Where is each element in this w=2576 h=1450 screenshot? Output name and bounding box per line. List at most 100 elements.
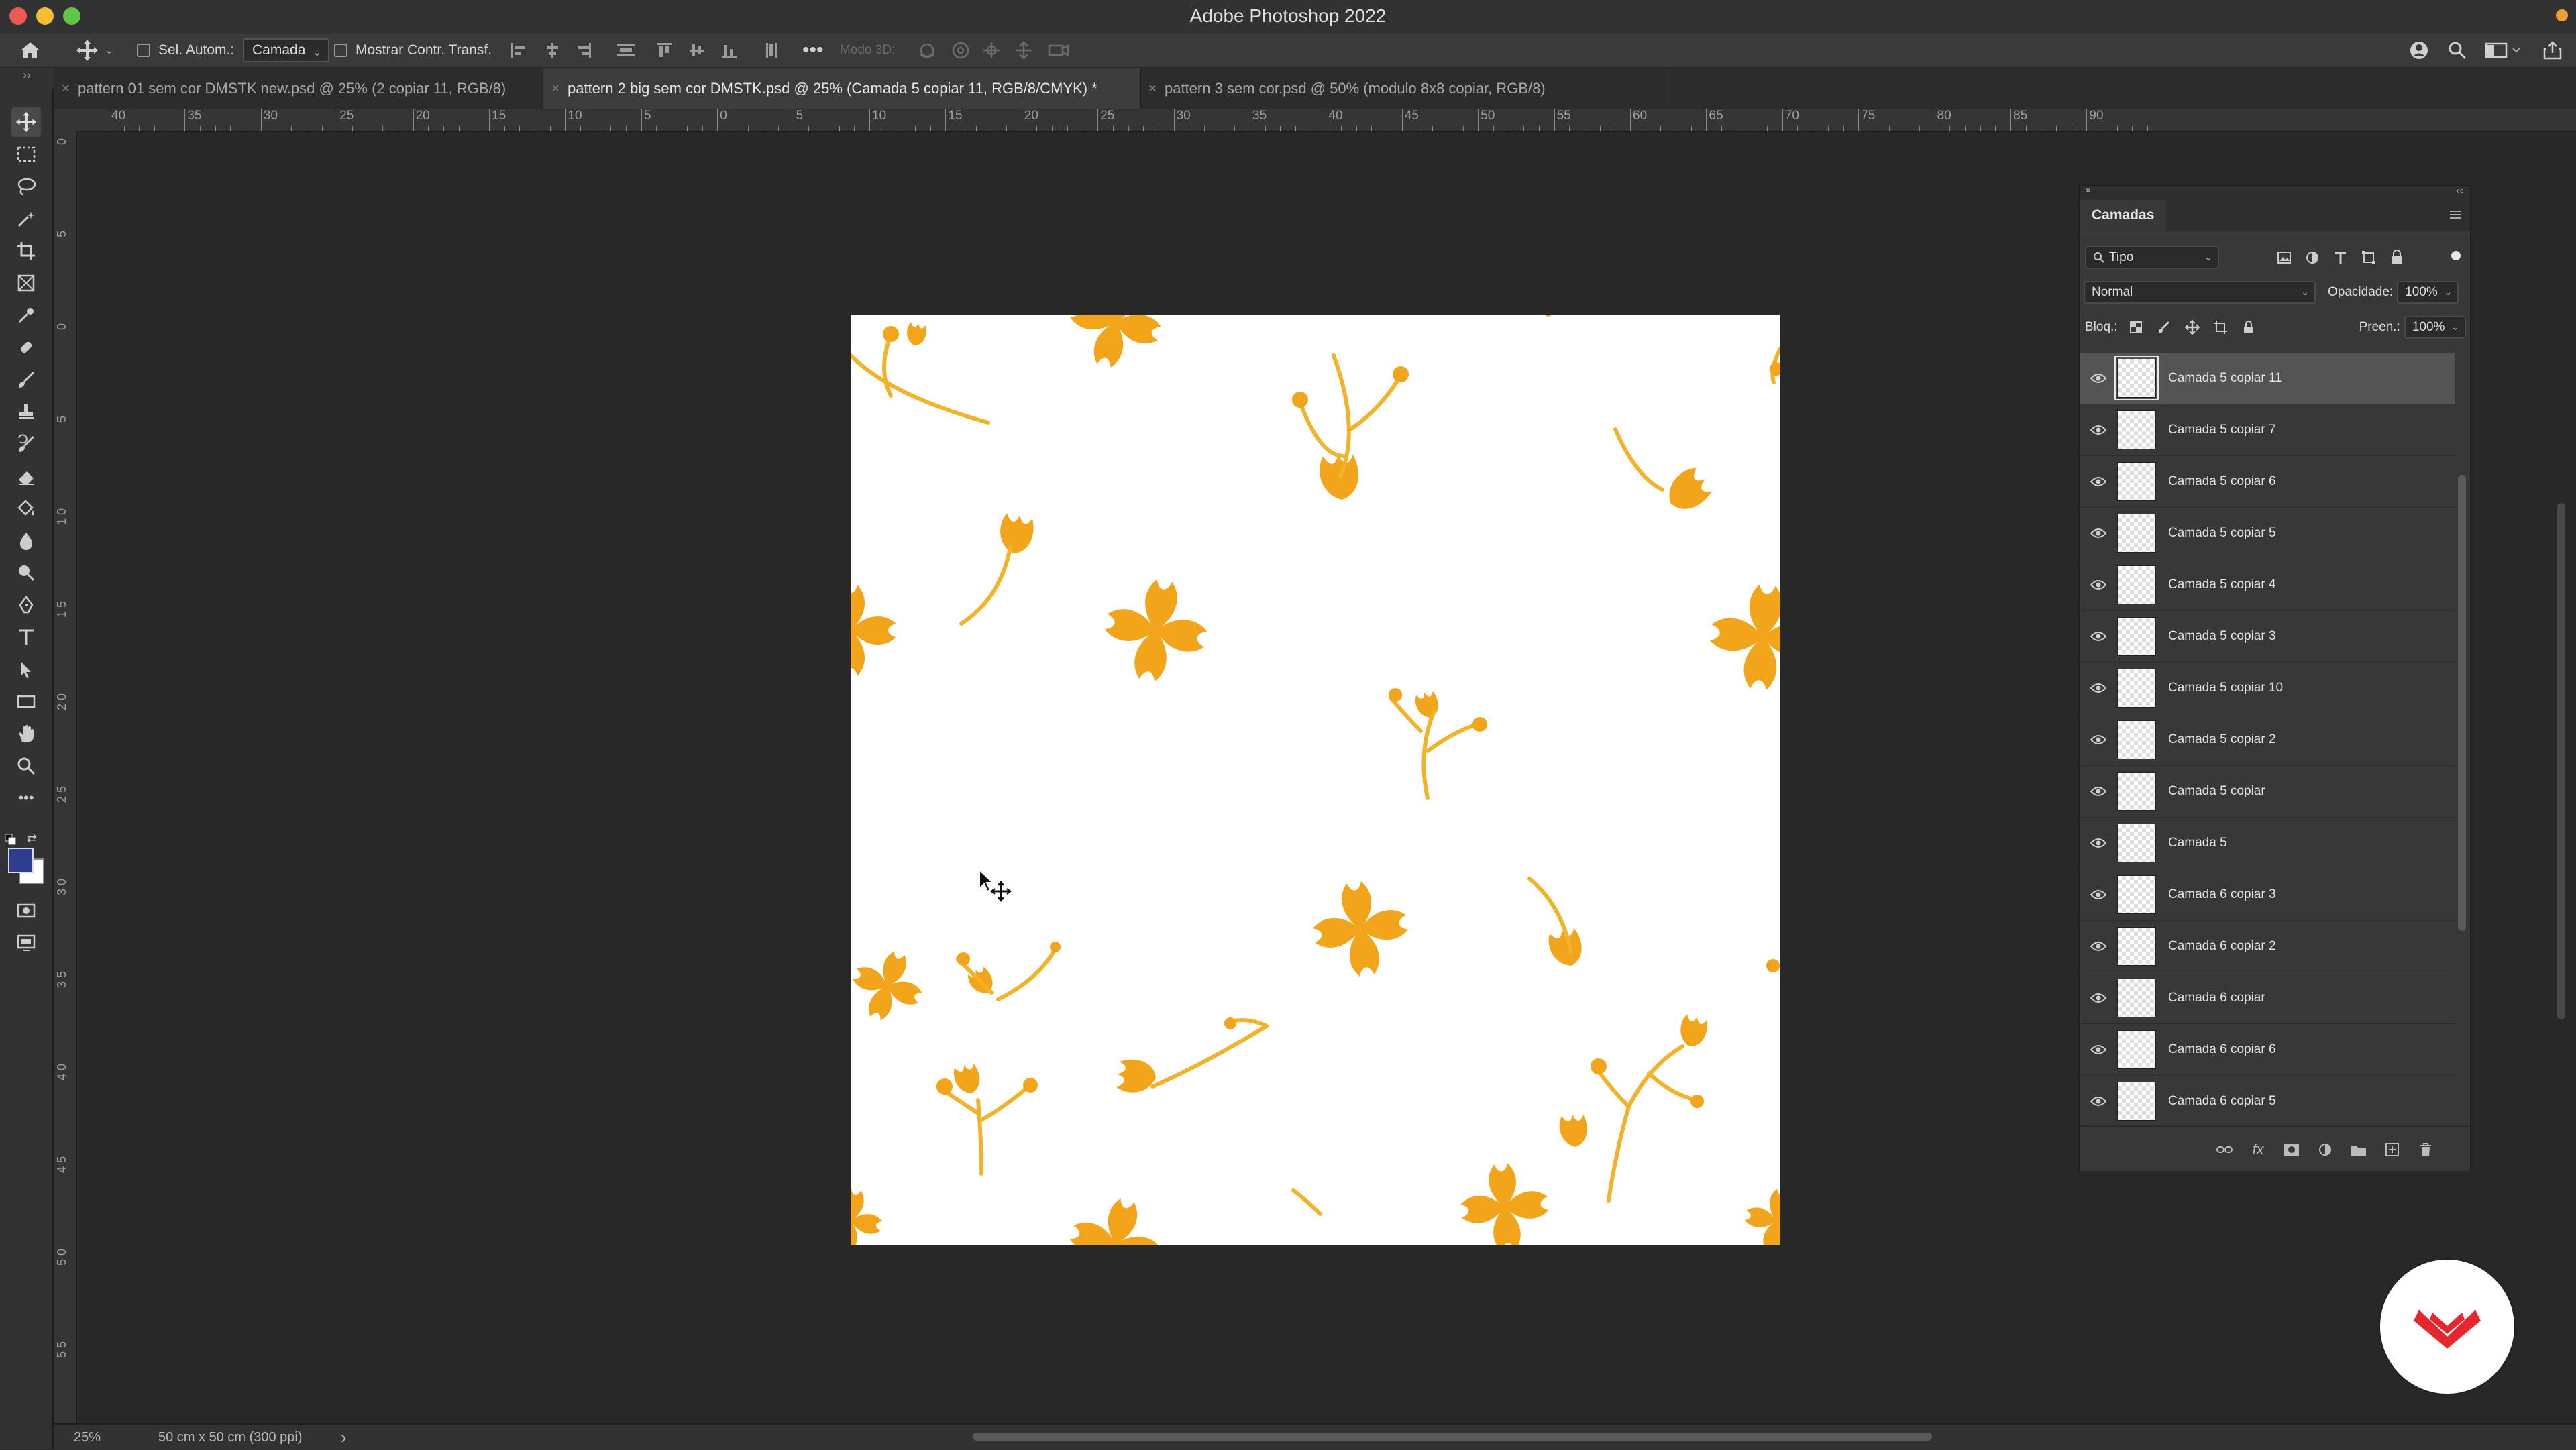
- opacity-field[interactable]: 100% ⌄: [2397, 281, 2459, 304]
- brush-tool-icon[interactable]: [11, 365, 41, 394]
- layer-row[interactable]: Camada 5 copiar 6: [2080, 456, 2455, 508]
- share-profile-icon[interactable]: [2408, 34, 2430, 67]
- swap-colors-icon[interactable]: ⇄: [27, 832, 40, 845]
- visibility-eye-icon[interactable]: [2080, 786, 2117, 797]
- magic-wand-tool-icon[interactable]: [11, 204, 41, 233]
- zoom-tool-icon[interactable]: [11, 751, 41, 781]
- layer-row[interactable]: Camada 6 copiar 2: [2080, 921, 2455, 972]
- blur-tool-icon[interactable]: [11, 526, 41, 555]
- home-icon[interactable]: [19, 34, 42, 67]
- layer-row[interactable]: Camada 6 copiar: [2080, 972, 2455, 1024]
- more-options-icon[interactable]: •••: [802, 34, 824, 67]
- vertical-scrollbar[interactable]: [2557, 503, 2565, 1019]
- blend-mode-dropdown[interactable]: Normal ⌄: [2084, 281, 2316, 304]
- add-mask-icon[interactable]: [2281, 1139, 2302, 1160]
- close-panel-icon[interactable]: ×: [2085, 185, 2091, 197]
- foreground-color-swatch[interactable]: [8, 848, 34, 873]
- layer-row[interactable]: Camada 5 copiar: [2080, 766, 2455, 818]
- toolbar-collapse-icon[interactable]: ››: [0, 68, 54, 89]
- lock-all-icon[interactable]: [2239, 317, 2259, 337]
- visibility-eye-icon[interactable]: [2080, 889, 2117, 900]
- path-selection-tool-icon[interactable]: [11, 655, 41, 684]
- panel-menu-icon[interactable]: [2449, 208, 2462, 221]
- crop-tool-icon[interactable]: [11, 236, 41, 266]
- zoom-level[interactable]: 25%: [74, 1430, 101, 1445]
- move-tool-icon[interactable]: [11, 107, 41, 137]
- link-layers-icon[interactable]: [2214, 1139, 2235, 1160]
- screen-mode-icon[interactable]: [11, 928, 41, 958]
- document-size-info[interactable]: 50 cm x 50 cm (300 ppi): [158, 1430, 303, 1445]
- visibility-eye-icon[interactable]: [2080, 579, 2117, 590]
- visibility-eye-icon[interactable]: [2080, 373, 2117, 384]
- layer-row[interactable]: Camada 5 copiar 4: [2080, 559, 2455, 611]
- auto-select-dropdown[interactable]: Camada ⌄: [243, 38, 330, 62]
- share-icon[interactable]: [2542, 34, 2563, 67]
- horizontal-scrollbar[interactable]: [973, 1433, 1932, 1441]
- rectangle-tool-icon[interactable]: [11, 687, 41, 716]
- visibility-eye-icon[interactable]: [2080, 941, 2117, 952]
- visibility-eye-icon[interactable]: [2080, 683, 2117, 693]
- layers-scrollbar[interactable]: [2458, 475, 2466, 931]
- more-tools-icon[interactable]: •••: [11, 783, 41, 813]
- paint-bucket-tool-icon[interactable]: [11, 494, 41, 523]
- quick-mask-icon[interactable]: [11, 896, 41, 926]
- dodge-tool-icon[interactable]: [11, 558, 41, 588]
- type-tool-icon[interactable]: [11, 622, 41, 652]
- visibility-eye-icon[interactable]: [2080, 425, 2117, 435]
- stamp-tool-icon[interactable]: [11, 397, 41, 427]
- lock-pixels-icon[interactable]: [2154, 317, 2174, 337]
- pen-tool-icon[interactable]: [11, 590, 41, 620]
- visibility-eye-icon[interactable]: [2080, 993, 2117, 1003]
- collapse-panel-icon[interactable]: ‹‹: [2456, 185, 2463, 197]
- layer-filter-dropdown[interactable]: Tipo ⌄: [2085, 246, 2219, 269]
- layer-row[interactable]: Camada 5 copiar 5: [2080, 508, 2455, 559]
- tab-document-1[interactable]: × pattern 01 sem cor DMSTK new.psd @ 25%…: [54, 68, 544, 109]
- layer-row[interactable]: Camada 5 copiar 10: [2080, 663, 2455, 714]
- auto-select-checkbox[interactable]: Sel. Autom.:: [137, 34, 234, 67]
- visibility-eye-icon[interactable]: [2080, 838, 2117, 848]
- show-transform-checkbox[interactable]: Mostrar Contr. Transf.: [334, 34, 492, 67]
- tab-document-2[interactable]: × pattern 2 big sem cor DMSTK.psd @ 25% …: [543, 68, 1141, 109]
- filter-type-icon[interactable]: [2330, 247, 2351, 268]
- layer-row[interactable]: Camada 5: [2080, 818, 2455, 869]
- workspace-switcher-icon[interactable]: [2485, 34, 2522, 67]
- close-icon[interactable]: ×: [54, 81, 78, 97]
- filter-smart-object-icon[interactable]: [2387, 247, 2407, 268]
- hand-tool-icon[interactable]: [11, 719, 41, 748]
- filter-shape-icon[interactable]: [2359, 247, 2379, 268]
- document-canvas[interactable]: [851, 315, 1780, 1245]
- layer-style-fx-icon[interactable]: fx: [2247, 1139, 2269, 1160]
- layer-row[interactable]: Camada 5 copiar 2: [2080, 714, 2455, 766]
- layer-row[interactable]: Camada 5 copiar 11: [2080, 353, 2455, 404]
- visibility-eye-icon[interactable]: [2080, 734, 2117, 745]
- lock-transparent-icon[interactable]: [2126, 317, 2146, 337]
- visibility-eye-icon[interactable]: [2080, 1096, 2117, 1107]
- visibility-eye-icon[interactable]: [2080, 476, 2117, 487]
- layer-row[interactable]: Camada 5 copiar 7: [2080, 404, 2455, 456]
- lock-position-icon[interactable]: [2182, 317, 2202, 337]
- new-group-icon[interactable]: [2348, 1139, 2369, 1160]
- fill-field[interactable]: 100% ⌄: [2404, 316, 2466, 339]
- delete-layer-icon[interactable]: [2415, 1139, 2436, 1160]
- filter-adjustment-icon[interactable]: [2302, 247, 2322, 268]
- visibility-eye-icon[interactable]: [2080, 528, 2117, 539]
- marquee-tool-icon[interactable]: [11, 140, 41, 169]
- eyedropper-tool-icon[interactable]: [11, 300, 41, 330]
- eraser-tool-icon[interactable]: [11, 461, 41, 491]
- lock-artboard-icon[interactable]: [2210, 317, 2231, 337]
- layer-row[interactable]: Camada 6 copiar 6: [2080, 1024, 2455, 1076]
- healing-brush-tool-icon[interactable]: [11, 333, 41, 362]
- layer-row[interactable]: Camada 6 copiar 3: [2080, 869, 2455, 921]
- filter-pixel-icon[interactable]: [2274, 247, 2294, 268]
- layer-row[interactable]: Camada 6 copiar 5: [2080, 1076, 2455, 1124]
- default-colors-icon[interactable]: [5, 834, 16, 845]
- tab-document-3[interactable]: × pattern 3 sem cor.psd @ 50% (modulo 8x…: [1140, 68, 1664, 109]
- close-icon[interactable]: ×: [1140, 81, 1165, 97]
- new-layer-icon[interactable]: [2381, 1139, 2403, 1160]
- tab-layers[interactable]: Camadas: [2080, 200, 2167, 231]
- adjustment-layer-icon[interactable]: [2314, 1139, 2336, 1160]
- layer-row[interactable]: Camada 5 copiar 3: [2080, 611, 2455, 663]
- frame-tool-icon[interactable]: [11, 268, 41, 298]
- history-brush-tool-icon[interactable]: [11, 429, 41, 459]
- status-menu-arrow[interactable]: ›: [341, 1427, 347, 1448]
